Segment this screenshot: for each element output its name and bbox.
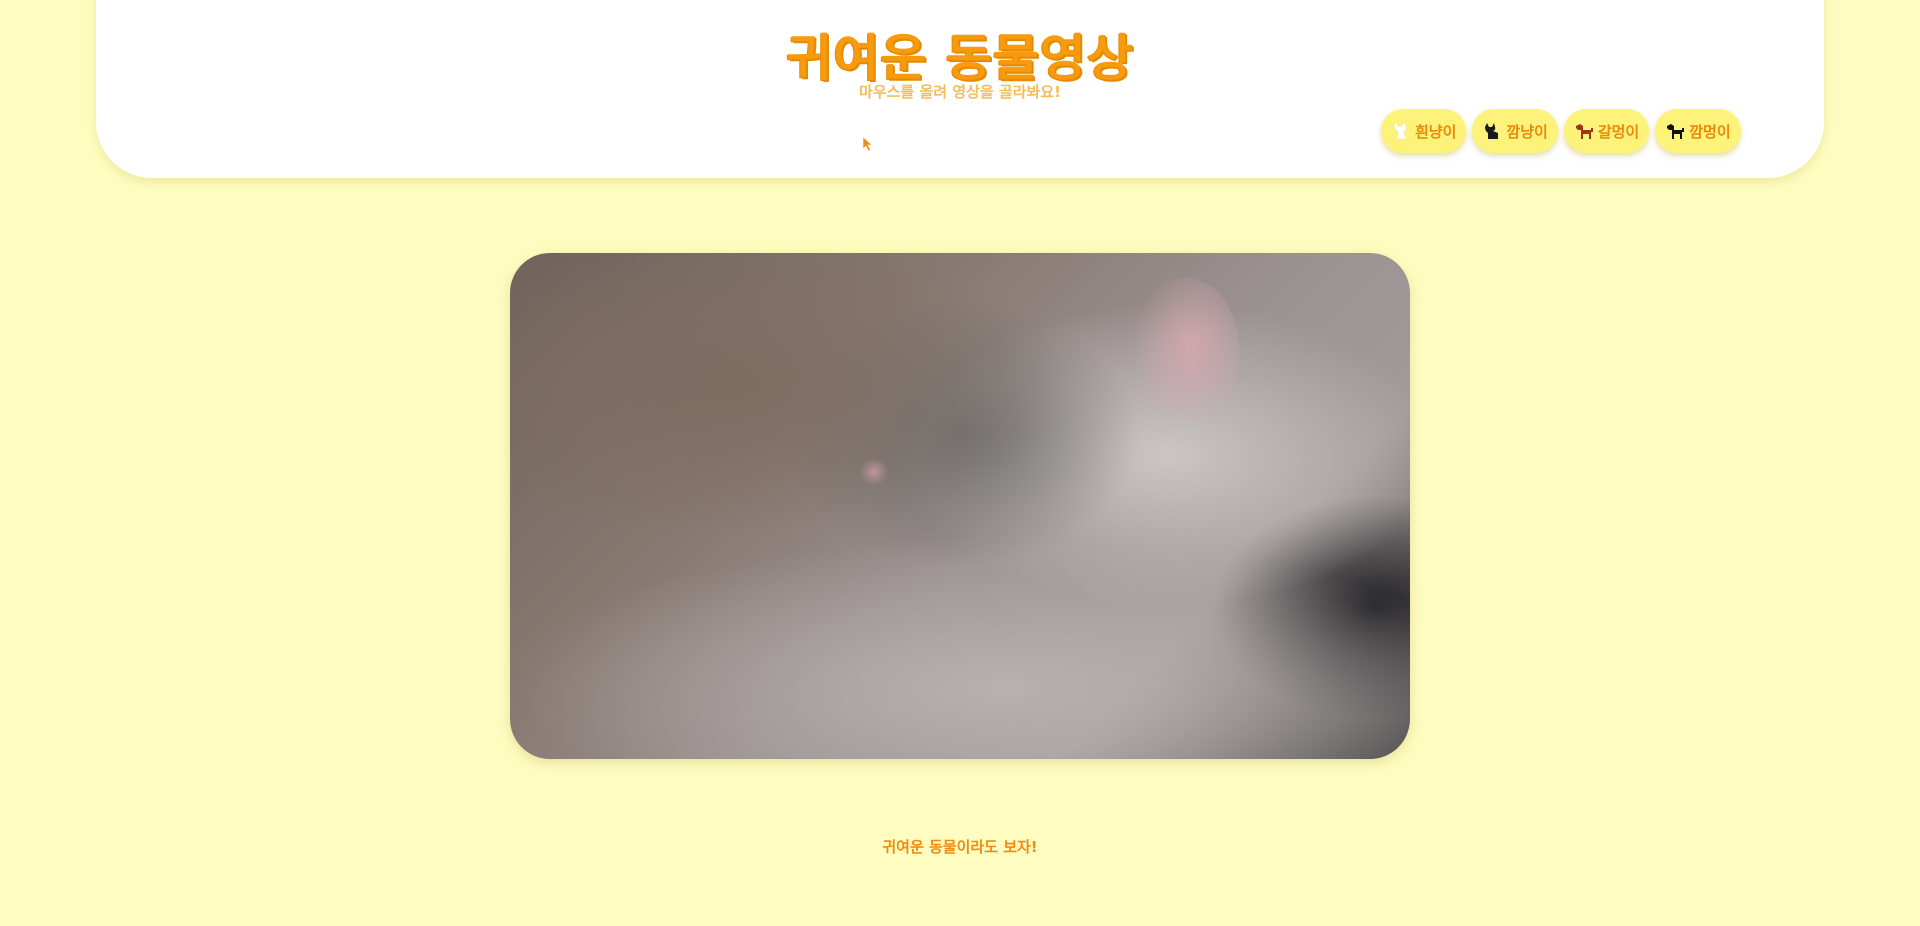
black-dog-icon xyxy=(1665,121,1685,141)
nav-label: 깜냥이 xyxy=(1506,122,1548,141)
footer-text: 귀여운 동물이라도 보자! xyxy=(882,838,1038,856)
mouse-cursor-icon xyxy=(862,136,876,152)
nav-button-black-dog[interactable]: 깜멍이 xyxy=(1655,109,1741,153)
nav-button-black-cat[interactable]: 깜냥이 xyxy=(1472,109,1558,153)
nav-button-white-cat[interactable]: 흰냥이 xyxy=(1381,109,1467,153)
black-cat-icon xyxy=(1482,121,1502,141)
nav-label: 깜멍이 xyxy=(1689,122,1731,141)
nav-label: 갈멍이 xyxy=(1597,122,1640,141)
brown-dog-icon xyxy=(1574,121,1594,141)
nav-button-brown-dog[interactable]: 갈멍이 xyxy=(1563,109,1650,153)
page-title: 귀여운 동물영상 xyxy=(786,29,1134,87)
nav-label: 흰냥이 xyxy=(1415,122,1457,141)
animal-nav: 흰냥이 깜냥이 갈멍이 깜멍이 xyxy=(1381,109,1741,153)
animal-video[interactable] xyxy=(510,253,1410,759)
page-header: 귀여운 동물영상 마우스를 올려 영상을 골라봐요! 흰냥이 깜냥이 갈멍이 깜… xyxy=(96,0,1824,178)
page-subtitle: 마우스를 올려 영상을 골라봐요! xyxy=(859,83,1061,101)
cat-ear xyxy=(1120,271,1250,435)
cat-nose xyxy=(860,458,888,486)
white-cat-icon xyxy=(1391,121,1411,141)
